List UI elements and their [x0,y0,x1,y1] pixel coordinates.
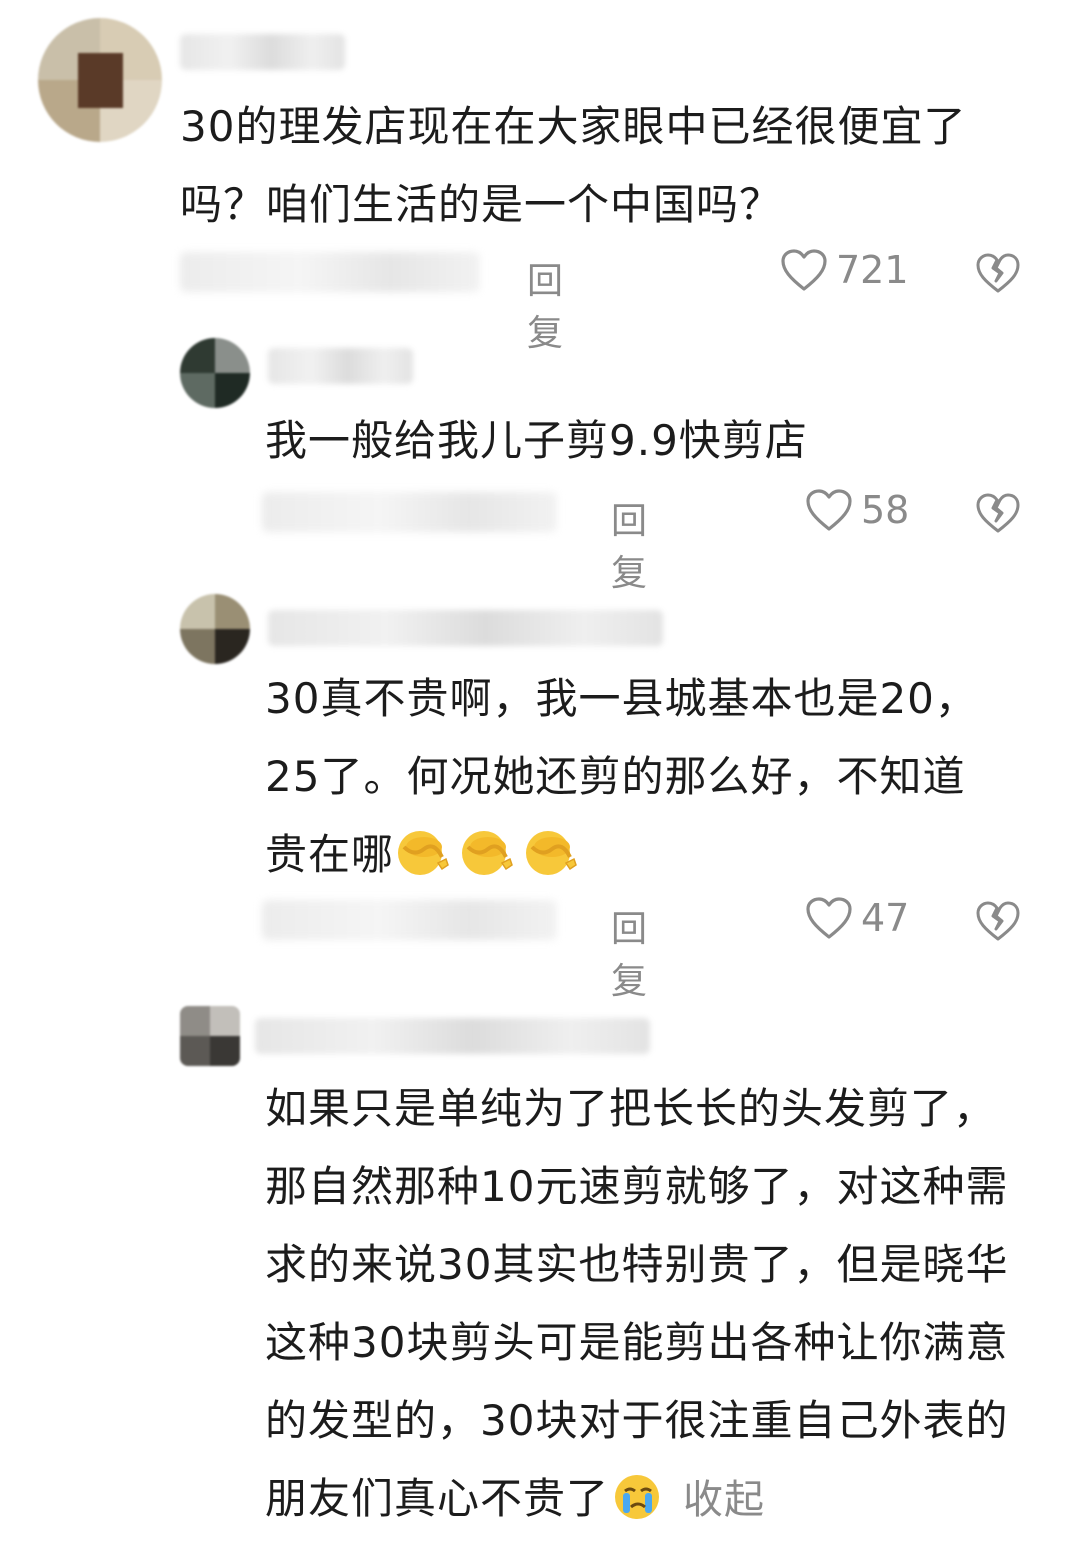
broken-heart-icon [975,252,1021,294]
comment-meta [262,900,557,940]
like-button[interactable]: 47 [805,896,909,940]
like-button[interactable]: 58 [805,488,909,532]
avatar[interactable] [180,1006,240,1066]
heart-outline-icon [780,248,828,292]
avatar[interactable] [180,594,250,664]
comment-meta [180,252,480,292]
dislike-button[interactable] [975,252,1021,294]
like-button[interactable]: 721 [780,248,909,292]
comment-text: 30真不贵啊，我一县城基本也是20，25了。何况她还剪的那么好，不知道贵在哪 [265,660,1005,894]
broken-heart-icon [975,492,1021,534]
username[interactable] [268,610,663,646]
reply-button[interactable]: 回复 [611,492,647,596]
crying-emoji [609,1468,667,1519]
avatar[interactable] [38,18,162,142]
comment-text: 30的理发店现在在大家眼中已经很便宜了吗？咱们生活的是一个中国吗？ [180,102,967,229]
facepalm-emoji [458,824,516,875]
username[interactable] [255,1018,650,1054]
comment-body: 如果只是单纯为了把长长的头发剪了，那自然那种10元速剪就够了，对这种需求的来说3… [265,1084,1009,1523]
like-count: 47 [861,896,910,940]
dislike-button[interactable] [975,492,1021,534]
reply-button[interactable]: 回复 [527,252,563,356]
like-count: 721 [836,248,909,292]
broken-heart-icon [975,900,1021,942]
reply-button[interactable]: 回复 [611,900,647,1004]
comment-text: 我一般给我儿子剪9.9快剪店 [265,416,808,465]
avatar[interactable] [180,338,250,408]
username[interactable] [180,34,345,70]
dislike-button[interactable] [975,900,1021,942]
heart-outline-icon [805,488,853,532]
facepalm-emoji [394,824,452,875]
comment-text: 如果只是单纯为了把长长的头发剪了，那自然那种10元速剪就够了，对这种需求的来说3… [265,1070,1025,1539]
username[interactable] [268,348,413,384]
collapse-button[interactable]: 收起 [683,1477,765,1523]
comment-meta [262,492,557,532]
heart-outline-icon [805,896,853,940]
like-count: 58 [861,488,910,532]
comment-body: 30真不贵啊，我一县城基本也是20，25了。何况她还剪的那么好，不知道贵在哪 [265,674,978,879]
facepalm-emoji [522,824,580,875]
